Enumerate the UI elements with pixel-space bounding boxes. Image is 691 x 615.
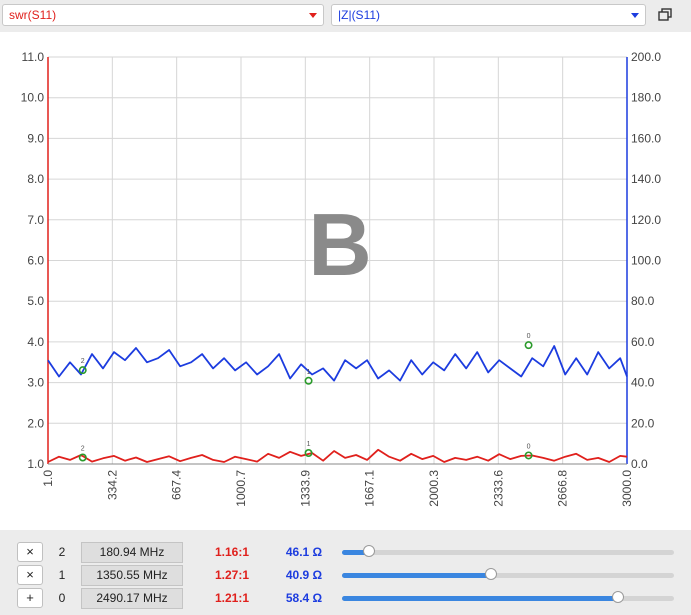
x-axis-tick-label: 2333.6 — [491, 470, 505, 507]
right-axis-tick-label: 160.0 — [631, 131, 661, 145]
right-axis-tick-label: 200.0 — [631, 50, 661, 64]
slider-fill — [342, 573, 492, 578]
marker-row: × 2 180.94 MHz 1.16:1 46.1 Ω — [0, 542, 691, 565]
left-trace-select[interactable]: swr(S11) — [2, 4, 324, 26]
watermark-letter: B — [308, 195, 372, 294]
right-axis-tick-label: 100.0 — [631, 254, 661, 268]
x-axis-tick-label: 2000.3 — [427, 470, 441, 507]
x-axis-tick-label: 334.2 — [105, 470, 119, 500]
marker-frequency-field[interactable]: 180.94 MHz — [81, 542, 183, 563]
marker-impedance-value: 46.1 Ω — [285, 545, 323, 559]
impedance-marker-label: 0 — [527, 333, 531, 340]
right-axis-tick-label: 0.0 — [631, 457, 648, 471]
swr-impedance-chart: 1.02.03.04.05.06.07.08.09.010.011.00.020… — [21, 50, 662, 507]
left-axis-tick-label: 7.0 — [27, 213, 44, 227]
swr-marker-label: 0 — [527, 443, 531, 450]
left-axis-tick-label: 10.0 — [21, 91, 45, 105]
right-trace-label: |Z|(S11) — [338, 8, 381, 22]
right-axis-tick-label: 80.0 — [631, 294, 655, 308]
left-axis-tick-label: 6.0 — [27, 254, 44, 268]
impedance-marker-label: 2 — [81, 358, 85, 365]
add-marker-button[interactable]: + — [17, 588, 43, 608]
marker-impedance-value: 40.9 Ω — [285, 568, 323, 582]
chart-panel: 1.0 2.0 3.0 4.0 5.0 6.0 7.0 8.0 9.0 10.0 11.0 0.0 20… — [0, 32, 691, 530]
impedance-marker-point — [524, 341, 533, 350]
slider-thumb[interactable] — [362, 545, 375, 557]
remove-marker-button[interactable]: × — [17, 565, 43, 585]
swr-trace-line — [47, 448, 628, 463]
marker-swr-value: 1.16:1 — [214, 545, 250, 559]
left-axis-tick-label: 3.0 — [27, 376, 44, 390]
impedance-marker-label: 1 — [307, 369, 311, 376]
left-axis-tick-label: 1.0 — [27, 457, 44, 471]
swr-marker-label: 2 — [81, 445, 85, 452]
chevron-down-icon — [631, 13, 639, 18]
x-axis-tick-label: 3000.0 — [620, 470, 634, 507]
right-axis-tick-label: 140.0 — [631, 172, 661, 186]
marker-swr-value: 1.21:1 — [214, 591, 250, 605]
marker-index: 1 — [58, 568, 66, 582]
right-trace-select[interactable]: |Z|(S11) — [331, 4, 646, 26]
right-axis-tick-label: 20.0 — [631, 416, 655, 430]
x-axis-tick-label: 1667.1 — [363, 470, 377, 507]
chevron-down-icon — [309, 13, 317, 18]
x-axis-tick-label: 1333.9 — [298, 470, 312, 507]
marker-swr-value: 1.27:1 — [214, 568, 250, 582]
marker-index: 0 — [58, 591, 66, 605]
trace-selector-bar: swr(S11) |Z|(S11) — [0, 0, 691, 32]
marker-impedance-value: 58.4 Ω — [285, 591, 323, 605]
restore-window-icon[interactable] — [655, 6, 675, 24]
remove-marker-button[interactable]: × — [17, 542, 43, 562]
marker-row: + 0 2490.17 MHz 1.21:1 58.4 Ω — [0, 588, 691, 611]
slider-thumb[interactable] — [611, 591, 624, 603]
marker-row: × 1 1350.55 MHz 1.27:1 40.9 Ω — [0, 565, 691, 588]
right-axis-tick-label: 120.0 — [631, 213, 661, 227]
x-axis-tick-label: 1.0 — [41, 470, 55, 487]
left-axis-tick-label: 11.0 — [22, 50, 45, 64]
right-axis-tick-label: 60.0 — [631, 335, 655, 349]
impedance-trace-line — [47, 345, 628, 382]
slider-fill — [342, 596, 618, 601]
swr-marker-label: 1 — [307, 441, 311, 448]
marker-slider[interactable] — [342, 591, 674, 603]
marker-frequency-field[interactable]: 1350.55 MHz — [81, 565, 183, 586]
x-axis-tick-label: 2666.8 — [556, 470, 570, 507]
left-axis-tick-label: 9.0 — [27, 131, 44, 145]
right-axis-tick-label: 180.0 — [631, 91, 661, 105]
marker-frequency-field[interactable]: 2490.17 MHz — [81, 588, 183, 609]
slider-thumb[interactable] — [485, 568, 498, 580]
left-axis-tick-label: 2.0 — [27, 416, 44, 430]
left-axis-tick-label: 5.0 — [27, 294, 44, 308]
left-axis-tick-label: 4.0 — [27, 335, 44, 349]
left-axis-tick-label: 8.0 — [27, 172, 44, 186]
marker-slider[interactable] — [342, 568, 674, 580]
marker-index: 2 — [58, 545, 66, 559]
marker-panel: × 2 180.94 MHz 1.16:1 46.1 Ω × 1 1350.55… — [0, 530, 691, 615]
x-axis-tick-label: 667.4 — [170, 470, 184, 500]
x-axis-tick-label: 1000.7 — [234, 470, 248, 507]
marker-slider[interactable] — [342, 545, 674, 557]
left-trace-label: swr(S11) — [9, 8, 57, 22]
right-axis-tick-label: 40.0 — [631, 376, 655, 390]
